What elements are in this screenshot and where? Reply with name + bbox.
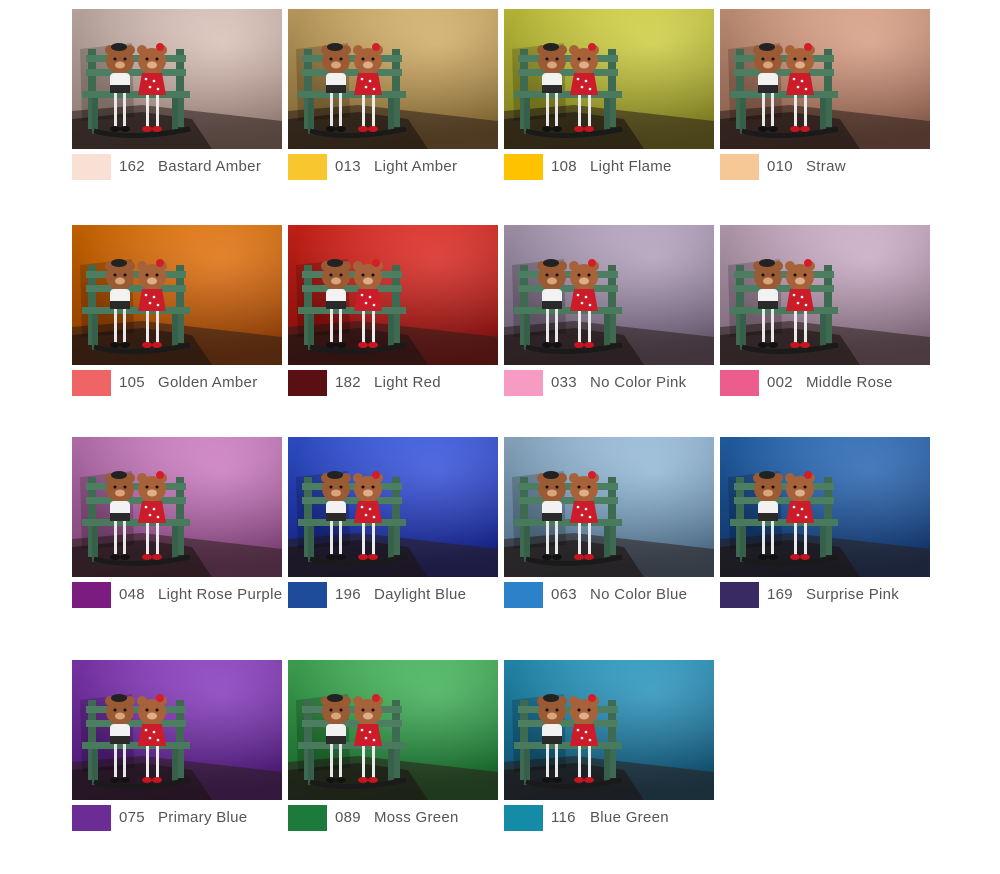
filter-name: Blue Green: [590, 809, 669, 826]
filter-preview-photo: [504, 437, 714, 577]
color-swatch: [72, 582, 111, 608]
filter-preview-photo: [504, 9, 714, 149]
filter-code: 116: [551, 809, 576, 826]
color-swatch: [288, 154, 327, 180]
filter-code: 010: [767, 158, 793, 175]
color-swatch: [288, 370, 327, 396]
color-swatch: [504, 370, 543, 396]
filter-code: 013: [335, 158, 361, 175]
filter-code: 169: [767, 586, 793, 603]
filter-label-row: 116 Blue Green: [504, 803, 734, 833]
filter-code: 108: [551, 158, 577, 175]
color-swatch: [72, 370, 111, 396]
filter-preview-photo: [720, 225, 930, 365]
filter-name: No Color Blue: [590, 586, 688, 603]
color-swatch: [504, 154, 543, 180]
filter-name: Bastard Amber: [158, 158, 262, 175]
filter-preview-photo: [504, 225, 714, 365]
filter-label-row: 013 Light Amber: [288, 152, 518, 182]
filter-label-row: 033 No Color Pink: [504, 368, 734, 398]
filter-code: 196: [335, 586, 361, 603]
filter-label-row: 048 Light Rose Purple: [72, 580, 302, 610]
filter-name: Light Red: [374, 374, 441, 391]
filter-name: Primary Blue: [158, 809, 248, 826]
filter-grid: 162 Bastard Amber 013 Light Amber 108 Li…: [0, 0, 1000, 874]
color-swatch: [288, 582, 327, 608]
filter-label-row: 182 Light Red: [288, 368, 518, 398]
filter-preview-photo: [288, 660, 498, 800]
filter-preview-photo: [288, 225, 498, 365]
filter-code: 075: [119, 809, 145, 826]
filter-preview-photo: [504, 660, 714, 800]
color-swatch: [288, 805, 327, 831]
filter-code: 063: [551, 586, 577, 603]
filter-preview-photo: [72, 437, 282, 577]
filter-name: Light Amber: [374, 158, 458, 175]
filter-label-row: 108 Light Flame: [504, 152, 734, 182]
filter-preview-photo: [288, 437, 498, 577]
filter-name: Daylight Blue: [374, 586, 467, 603]
filter-preview-photo: [720, 437, 930, 577]
filter-code: 162: [119, 158, 145, 175]
filter-label-row: 075 Primary Blue: [72, 803, 302, 833]
filter-name: Surprise Pink: [806, 586, 900, 603]
filter-name: Moss Green: [374, 809, 459, 826]
color-swatch: [720, 582, 759, 608]
filter-name: Light Rose Purple: [158, 586, 283, 603]
filter-name: No Color Pink: [590, 374, 687, 391]
color-swatch: [720, 154, 759, 180]
filter-code: 033: [551, 374, 577, 391]
filter-label-row: 162 Bastard Amber: [72, 152, 302, 182]
filter-preview-photo: [72, 660, 282, 800]
filter-label-row: 063 No Color Blue: [504, 580, 734, 610]
filter-name: Straw: [806, 158, 846, 175]
filter-preview-photo: [72, 225, 282, 365]
filter-preview-photo: [288, 9, 498, 149]
filter-code: 089: [335, 809, 361, 826]
filter-preview-photo: [72, 9, 282, 149]
filter-label-row: 002 Middle Rose: [720, 368, 950, 398]
color-swatch: [72, 154, 111, 180]
filter-preview-photo: [720, 9, 930, 149]
color-swatch: [72, 805, 111, 831]
color-swatch: [504, 805, 543, 831]
filter-label-row: 169 Surprise Pink: [720, 580, 950, 610]
filter-label-row: 089 Moss Green: [288, 803, 518, 833]
filter-name: Light Flame: [590, 158, 672, 175]
filter-label-row: 196 Daylight Blue: [288, 580, 518, 610]
filter-code: 182: [335, 374, 361, 391]
filter-code: 002: [767, 374, 793, 391]
filter-code: 048: [119, 586, 145, 603]
filter-code: 105: [119, 374, 145, 391]
filter-name: Golden Amber: [158, 374, 258, 391]
color-swatch: [720, 370, 759, 396]
filter-name: Middle Rose: [806, 374, 893, 391]
color-swatch: [504, 582, 543, 608]
filter-label-row: 105 Golden Amber: [72, 368, 302, 398]
filter-label-row: 010 Straw: [720, 152, 950, 182]
